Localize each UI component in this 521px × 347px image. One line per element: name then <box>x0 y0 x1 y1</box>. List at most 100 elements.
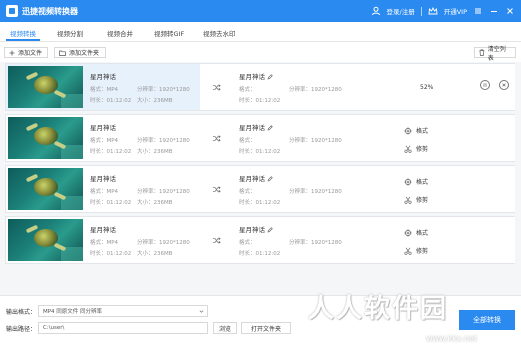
video-thumbnail[interactable] <box>8 117 83 159</box>
trim-label: 修剪 <box>416 248 429 255</box>
gear-icon <box>404 177 412 186</box>
output-file-name: 星月神话 <box>239 226 265 234</box>
output-path-field[interactable]: C:\user\ <box>38 322 208 334</box>
pause-icon <box>483 83 487 87</box>
output-resolution: 分辨率：1920*1280 <box>289 138 342 144</box>
source-format: 格式：MP4 <box>90 138 119 144</box>
output-file-name-row[interactable]: 星月神话 <box>239 173 273 183</box>
close-icon[interactable] <box>505 6 515 16</box>
output-duration: 时长：01:12:02 <box>239 149 281 155</box>
output-resolution: 分辨率：1920*1280 <box>289 189 342 195</box>
file-row[interactable]: 星月神话 格式：MP4 分辨率：1920*1280 时长：01:12:02 大小… <box>5 63 516 111</box>
output-format-select[interactable]: MP4 同原文件 同分辨率 <box>38 305 208 317</box>
convert-arrow-icon <box>212 186 221 193</box>
output-resolution: 分辨率：1920*1280 <box>289 240 342 246</box>
video-thumbnail[interactable] <box>8 219 83 261</box>
clear-list-button[interactable]: 清空列表 <box>474 46 516 62</box>
source-resolution: 分辨率：1920*1280 <box>137 240 190 246</box>
file-row[interactable]: 星月神话 格式：MP4 分辨率：1920*1280 时长：01:12:02 大小… <box>5 165 516 213</box>
gear-icon <box>404 228 412 237</box>
app-logo-icon <box>6 5 18 17</box>
output-settings-bar: 输出格式： MP4 同原文件 同分辨率 输出路径： C:\user\ 浏览 打开… <box>0 295 521 347</box>
source-size: 大小：236MB <box>137 98 173 104</box>
scissors-icon <box>404 247 412 255</box>
trim-button[interactable]: 修剪 <box>404 195 428 204</box>
source-file-name: 星月神话 <box>90 124 116 132</box>
tab-video-merge[interactable]: 视频合并 <box>107 28 133 38</box>
add-file-button[interactable]: 添加文件 <box>4 47 48 58</box>
output-format: 格式： <box>239 240 256 246</box>
output-format-value: MP4 同原文件 同分辨率 <box>43 309 103 315</box>
source-size: 大小：236MB <box>137 149 173 155</box>
file-row[interactable]: 星月神话 格式：MP4 分辨率：1920*1280 时长：01:12:02 大小… <box>5 216 516 264</box>
source-duration: 时长：01:12:02 <box>90 98 132 104</box>
menu-icon[interactable] <box>473 6 483 16</box>
close-icon <box>502 83 506 87</box>
toolbar: 添加文件 添加文件夹 清空列表 <box>0 42 521 62</box>
source-duration: 时长：01:12:02 <box>90 200 132 206</box>
source-duration: 时长：01:12:02 <box>90 149 132 155</box>
output-file-name: 星月神话 <box>239 124 265 132</box>
video-thumbnail[interactable] <box>8 168 83 210</box>
cancel-button[interactable] <box>499 80 509 90</box>
file-row[interactable]: 星月神话 格式：MP4 分辨率：1920*1280 时长：01:12:02 大小… <box>5 114 516 162</box>
output-duration: 时长：01:12:02 <box>239 98 281 104</box>
pencil-icon[interactable] <box>267 125 273 131</box>
add-file-label: 添加文件 <box>18 50 43 57</box>
scrollbar[interactable] <box>515 62 521 268</box>
source-file-name: 星月神话 <box>90 175 116 183</box>
title-bar-controls: 登录/注册 开通VIP <box>371 5 516 17</box>
tab-video-to-gif[interactable]: 视频转GIF <box>154 28 184 38</box>
plus-icon <box>9 50 15 55</box>
convert-all-button[interactable]: 全部转换 <box>459 310 515 330</box>
chevron-down-icon <box>199 310 204 313</box>
app-title: 迅捷视频转换器 <box>22 7 78 16</box>
vip-link[interactable]: 开通VIP <box>444 6 467 16</box>
output-file-name-row[interactable]: 星月神话 <box>239 122 273 132</box>
add-folder-button[interactable]: 添加文件夹 <box>54 47 106 58</box>
scissors-icon <box>404 196 412 204</box>
tab-video-convert[interactable]: 视频转换 <box>10 28 36 38</box>
output-duration: 时长：01:12:02 <box>239 200 281 206</box>
conversion-progress: 52% <box>420 84 434 91</box>
format-settings-label: 格式 <box>416 179 429 186</box>
user-icon[interactable] <box>371 6 381 16</box>
title-bar: 迅捷视频转换器 登录/注册 开通VIP <box>0 0 521 22</box>
pause-button[interactable] <box>480 80 490 90</box>
convert-arrow-icon <box>212 237 221 244</box>
output-format: 格式： <box>239 138 256 144</box>
output-path-value: C:\user\ <box>43 325 65 331</box>
format-settings-button[interactable]: 格式 <box>404 177 428 186</box>
add-folder-label: 添加文件夹 <box>69 50 100 57</box>
source-duration: 时长：01:12:02 <box>90 251 132 257</box>
open-folder-button[interactable]: 打开文件夹 <box>241 322 291 334</box>
output-resolution: 分辨率：1920*1280 <box>289 87 342 93</box>
output-path-label: 输出路径： <box>6 326 37 333</box>
login-link[interactable]: 登录/注册 <box>387 6 415 16</box>
pencil-icon[interactable] <box>267 227 273 233</box>
divider <box>420 6 422 16</box>
folder-icon <box>59 50 66 56</box>
format-settings-button[interactable]: 格式 <box>404 228 428 237</box>
tab-video-watermark-remove[interactable]: 视频去水印 <box>203 28 236 38</box>
clear-list-label: 清空列表 <box>487 45 506 62</box>
format-settings-label: 格式 <box>416 230 429 237</box>
output-file-name: 星月神话 <box>239 73 265 81</box>
browse-button[interactable]: 浏览 <box>213 322 237 334</box>
format-settings-button[interactable]: 格式 <box>404 126 428 135</box>
tab-video-split[interactable]: 视频分割 <box>57 28 83 38</box>
pencil-icon[interactable] <box>267 176 273 182</box>
output-file-name-row[interactable]: 星月神话 <box>239 71 273 81</box>
pencil-icon[interactable] <box>267 74 273 80</box>
video-thumbnail[interactable] <box>8 66 83 108</box>
output-format: 格式： <box>239 189 256 195</box>
minimize-icon[interactable] <box>489 6 499 16</box>
source-resolution: 分辨率：1920*1280 <box>137 138 190 144</box>
output-file-name-row[interactable]: 星月神话 <box>239 224 273 234</box>
output-format: 格式： <box>239 87 256 93</box>
output-file-name: 星月神话 <box>239 175 265 183</box>
trim-button[interactable]: 修剪 <box>404 246 428 255</box>
trash-icon <box>479 49 485 56</box>
vip-crown-icon[interactable] <box>428 6 438 16</box>
trim-button[interactable]: 修剪 <box>404 144 428 153</box>
